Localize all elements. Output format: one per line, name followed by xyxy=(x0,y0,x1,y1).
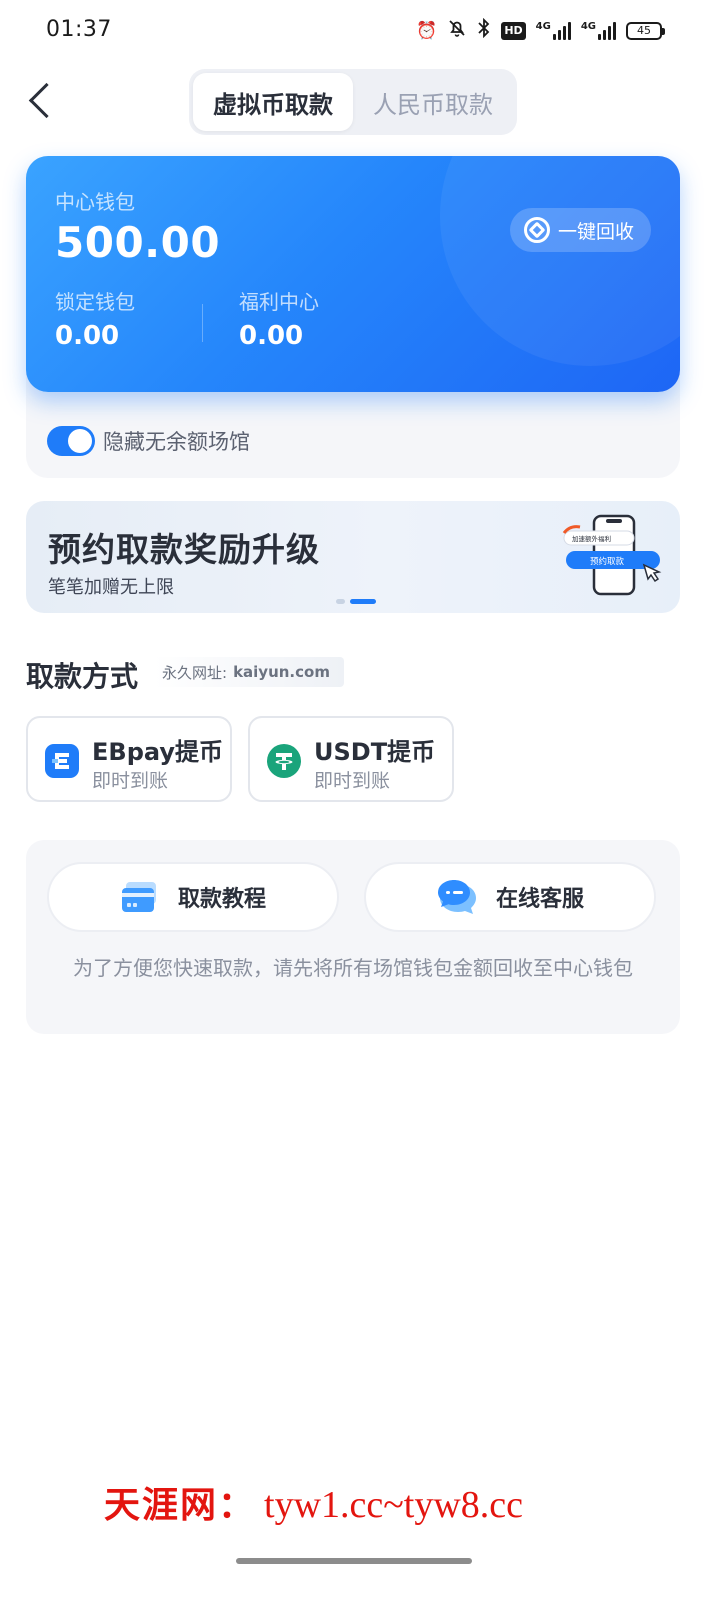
status-icons: ⏰ HD 4G 4G 45 xyxy=(416,17,665,44)
chat-bubble-icon xyxy=(437,880,476,914)
tether-icon xyxy=(267,744,301,778)
permanent-url-badge: 永久网址: kaiyun.com xyxy=(154,657,344,687)
wallet-divider xyxy=(202,304,203,342)
welfare-center-label: 福利中心 xyxy=(239,290,319,314)
wallet-card: 中心钱包 500.00 一键回收 锁定钱包 0.00 福利中心 0.00 xyxy=(26,156,680,392)
banner-pagination xyxy=(336,599,376,604)
network-label-1: 4G xyxy=(535,21,551,32)
permanent-url-prefix: 永久网址: xyxy=(162,663,228,682)
site-watermark: 天涯网： tyw1.cc~tyw8.cc xyxy=(104,1476,704,1532)
hide-empty-venues-row: 隐藏无余额场馆 xyxy=(47,426,250,456)
ebpay-icon xyxy=(45,744,79,778)
help-section: 取款教程 在线客服 为了方便您快速取款，请先将所有场馆钱包金额回收至中心钱包 xyxy=(26,840,680,1034)
one-click-recycle-button[interactable]: 一键回收 xyxy=(510,208,651,252)
banner-art-tag: 加速额外福利 xyxy=(572,534,611,543)
withdraw-methods-title: 取款方式 xyxy=(26,660,139,693)
hide-empty-venues-toggle[interactable] xyxy=(47,426,95,456)
tab-rmb-withdraw[interactable]: 人民币取款 xyxy=(353,73,513,131)
method-usdt-card[interactable]: USDT提币 即时到账 xyxy=(248,716,454,802)
tutorial-card-icon xyxy=(121,882,156,912)
phone-illustration-icon: 加速额外福利 预约取款 xyxy=(562,514,662,596)
withdraw-tab-switch: 虚拟币取款 人民币取款 xyxy=(189,69,517,135)
watermark-site-name: 天涯网： xyxy=(104,1484,257,1526)
tab-crypto-withdraw[interactable]: 虚拟币取款 xyxy=(193,73,353,131)
center-wallet-label: 中心钱包 xyxy=(55,190,135,214)
method-ebpay-card[interactable]: EBpay提币 即时到账 xyxy=(26,716,232,802)
watermark-url: tyw1.cc~tyw8.cc xyxy=(264,1484,524,1526)
method-usdt-name: USDT提币 xyxy=(314,738,436,766)
welfare-center-balance: 0.00 xyxy=(239,321,304,351)
mute-bell-icon xyxy=(447,18,467,44)
method-usdt-subtitle: 即时到账 xyxy=(314,770,391,792)
permanent-url: kaiyun.com xyxy=(233,663,330,681)
banner-dot-1[interactable] xyxy=(336,599,345,604)
home-indicator[interactable] xyxy=(236,1558,472,1564)
online-support-button[interactable]: 在线客服 xyxy=(364,862,656,932)
center-wallet-balance: 500.00 xyxy=(55,218,221,267)
withdraw-tutorial-label: 取款教程 xyxy=(177,887,266,912)
banner-title: 预约取款奖励升级 xyxy=(48,530,320,569)
battery-level: 45 xyxy=(637,24,651,37)
banner-dot-2[interactable] xyxy=(350,599,376,604)
recycle-hint-note: 为了方便您快速取款，请先将所有场馆钱包金额回收至中心钱包 xyxy=(73,956,633,980)
back-button[interactable] xyxy=(20,80,64,124)
online-support-label: 在线客服 xyxy=(495,887,584,912)
battery-icon: 45 xyxy=(626,22,665,40)
banner-art-button: 预约取款 xyxy=(590,556,625,567)
recycle-label: 一键回收 xyxy=(558,220,635,243)
wallet-section: 中心钱包 500.00 一键回收 锁定钱包 0.00 福利中心 0.00 隐藏无… xyxy=(26,156,680,478)
promo-banner[interactable]: 预约取款奖励升级 笔笔加赠无上限 加速额外福利 预约取款 xyxy=(26,501,680,613)
banner-subtitle: 笔笔加赠无上限 xyxy=(48,577,174,598)
recycle-icon xyxy=(524,217,550,243)
network-label-2: 4G xyxy=(580,21,596,32)
signal-icon-1: 4G xyxy=(536,22,571,40)
hide-empty-venues-label: 隐藏无余额场馆 xyxy=(103,430,250,454)
locked-wallet-label: 锁定钱包 xyxy=(55,290,135,314)
alarm-icon: ⏰ xyxy=(416,21,438,41)
method-ebpay-subtitle: 即时到账 xyxy=(92,770,169,792)
locked-wallet-balance: 0.00 xyxy=(55,321,120,351)
bluetooth-icon xyxy=(477,17,491,44)
toggle-knob xyxy=(68,429,92,453)
hd-badge: HD xyxy=(501,22,526,40)
status-bar: 01:37 ⏰ HD 4G 4G 45 xyxy=(0,0,720,62)
withdraw-page: 01:37 ⏰ HD 4G 4G 45 虚拟币取款 人民币取款 中心钱包 500… xyxy=(0,0,720,1600)
status-time: 01:37 xyxy=(46,17,112,42)
method-ebpay-name: EBpay提币 xyxy=(92,738,223,766)
withdraw-tutorial-button[interactable]: 取款教程 xyxy=(47,862,339,932)
signal-icon-2: 4G xyxy=(581,22,616,40)
